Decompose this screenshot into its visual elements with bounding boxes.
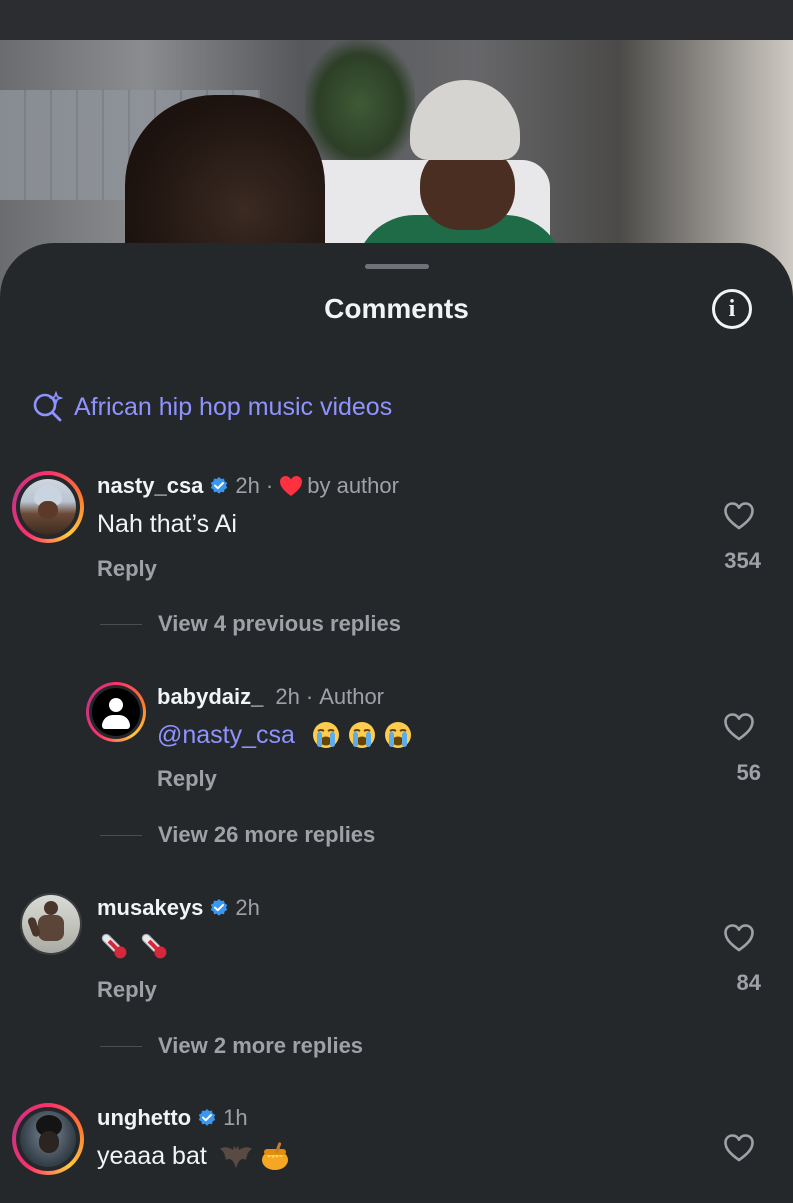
search-suggestion-label: African hip hop music videos xyxy=(74,392,393,421)
view-replies-button[interactable]: View 2 more replies xyxy=(100,1033,363,1059)
view-replies-label: View 2 more replies xyxy=(158,1033,364,1058)
like-heart-icon[interactable] xyxy=(723,923,755,953)
view-replies-button[interactable]: View 4 previous replies xyxy=(100,611,401,637)
avatar[interactable] xyxy=(12,1103,84,1175)
thermometer-icon xyxy=(101,933,127,959)
comment-meta: babydaiz_ 2h · Author xyxy=(157,682,384,712)
comment-text xyxy=(97,929,171,963)
comment-time: 2h xyxy=(235,895,260,920)
username[interactable]: babydaiz_ xyxy=(157,684,263,710)
comments-sheet: Comments i African hip hop music videos … xyxy=(0,243,793,1203)
mention-link[interactable]: @nasty_csa xyxy=(157,721,295,750)
verified-badge-icon xyxy=(211,899,228,916)
drag-handle[interactable] xyxy=(365,264,429,269)
comment-meta: musakeys 2h xyxy=(97,893,260,923)
avatar[interactable] xyxy=(12,471,84,543)
view-replies-label: View 26 more replies xyxy=(158,822,376,847)
separator-dot: · xyxy=(265,473,274,498)
like-heart-icon[interactable] xyxy=(723,1133,755,1163)
comment-meta: unghetto 1h xyxy=(97,1103,248,1133)
honey-pot-icon xyxy=(261,1142,288,1170)
loudly-crying-face-icon xyxy=(384,722,411,748)
bat-icon xyxy=(219,1146,252,1168)
username[interactable]: nasty_csa xyxy=(97,473,203,499)
comment-time: 1h xyxy=(223,1105,248,1130)
comment-meta: nasty_csa 2h · by author xyxy=(97,471,399,501)
search-suggestion[interactable]: African hip hop music videos xyxy=(32,389,392,425)
verified-badge-icon xyxy=(211,477,228,494)
verified-badge-icon xyxy=(198,1109,216,1126)
comment-time: 2h xyxy=(275,684,300,709)
username[interactable]: musakeys xyxy=(97,895,203,921)
sparkle-search-icon xyxy=(33,391,64,422)
comment-text-body: yeaaa bat xyxy=(97,1141,207,1170)
like-heart-icon[interactable] xyxy=(723,712,755,742)
like-count: 354 xyxy=(724,548,761,573)
comment-time: 2h xyxy=(235,473,260,498)
video-plant xyxy=(305,40,415,170)
info-button[interactable]: i xyxy=(712,289,752,329)
author-label: Author xyxy=(319,684,385,709)
info-icon: i xyxy=(728,296,736,322)
sheet-title: Comments xyxy=(324,293,469,324)
reply-button[interactable]: Reply xyxy=(97,977,157,1003)
like-count: 84 xyxy=(736,970,761,995)
like-count: 56 xyxy=(736,760,761,785)
thermometer-icon xyxy=(141,933,167,959)
reply-button[interactable]: Reply xyxy=(157,766,217,792)
heart-filled-icon xyxy=(280,476,303,496)
separator-dot: · xyxy=(305,684,314,709)
avatar[interactable] xyxy=(86,682,146,742)
avatar[interactable] xyxy=(20,893,82,955)
video-top-bar xyxy=(0,0,793,40)
comment-text: @nasty_csa xyxy=(157,718,413,752)
comment-text: Nah that’s Ai xyxy=(97,509,237,538)
username[interactable]: unghetto xyxy=(97,1105,191,1131)
reply-button[interactable]: Reply xyxy=(97,556,157,582)
view-replies-button[interactable]: View 26 more replies xyxy=(100,822,375,848)
loudly-crying-face-icon xyxy=(348,722,375,748)
like-heart-icon[interactable] xyxy=(723,501,755,531)
liked-by-author-label: by author xyxy=(307,473,399,498)
view-replies-label: View 4 previous replies xyxy=(158,611,401,636)
comment-text: yeaaa bat xyxy=(97,1139,291,1173)
loudly-crying-face-icon xyxy=(312,722,339,748)
